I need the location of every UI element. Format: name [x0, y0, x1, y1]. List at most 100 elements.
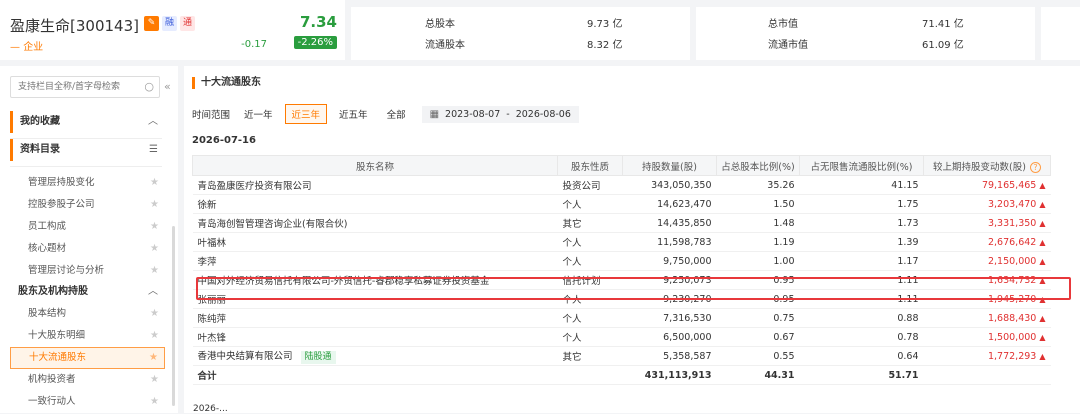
sidebar-item-concert-parties[interactable]: 一致行动人 ★ — [10, 391, 165, 413]
range-1y-button[interactable]: 近一年 — [237, 104, 280, 124]
table-row[interactable]: 张丽丽 个人 9,230,270 0.95 1.11 1,945,270 ▲ — [192, 289, 1051, 309]
sidebar-item-concepts[interactable]: 核心题材 ★ — [10, 238, 165, 260]
total-shares-value: 9.73 亿 — [587, 19, 623, 30]
table-row[interactable]: 叶福林 个人 11,598,783 1.19 1.39 2,676,642 ▲ — [192, 232, 1051, 252]
holder-pct-total: 35.26 — [716, 175, 800, 195]
holder-change: 1,634,732 ▲ — [923, 270, 1051, 290]
share-info-panel: 总股本 9.73 亿 流通股本 8.32 亿 — [351, 7, 690, 60]
holder-pct-total: 0.67 — [716, 327, 800, 347]
star-icon[interactable]: ★ — [150, 194, 159, 216]
col-change[interactable]: 较上期持股变动数(股)? — [923, 155, 1051, 176]
sidebar-item-top10-holders[interactable]: 十大股东明细 ★ — [10, 325, 165, 347]
holder-pct-total: 0.75 — [716, 308, 800, 328]
table-row[interactable]: 徐新 个人 14,623,470 1.50 1.75 3,203,470 ▲ — [192, 194, 1051, 214]
star-icon[interactable]: ★ — [150, 172, 159, 194]
arrow-up-icon: ▲ — [1039, 218, 1046, 228]
range-5y-button[interactable]: 近五年 — [332, 104, 375, 124]
holder-pct-float: 0.78 — [799, 327, 924, 347]
sidebar-item-subsidiaries[interactable]: 控股参股子公司 ★ — [10, 194, 165, 216]
sidebar-item-top10-float-holders[interactable]: 十大流通股东 ★ — [10, 347, 165, 369]
holder-name: 叶杰锋 — [192, 327, 558, 347]
page-title: 十大流通股东 — [192, 77, 261, 89]
sidebar-item-staff[interactable]: 员工构成 ★ — [10, 216, 165, 238]
holder-pct-float: 1.75 — [799, 194, 924, 214]
date-range-picker[interactable]: ▦ 2023-08-07 - 2026-08-06 — [421, 105, 579, 123]
edit-icon[interactable]: ✎ — [144, 16, 159, 31]
stock-name: 盈康生命[300143] — [10, 17, 139, 35]
holder-pct-float: 1.11 — [799, 270, 924, 290]
holder-change: 2,150,000 ▲ — [923, 251, 1051, 271]
holder-change: 1,772,293 ▲ — [923, 346, 1051, 366]
date-separator: - — [506, 108, 510, 120]
holder-pct-total: 1.50 — [716, 194, 800, 214]
sidebar-item-institutions[interactable]: 机构投资者 ★ — [10, 369, 165, 391]
float-shares-value: 8.32 亿 — [587, 40, 623, 51]
table-row[interactable]: 陈纯萍 个人 7,316,530 0.75 0.88 1,688,430 ▲ — [192, 308, 1051, 328]
total-shares-label: 总股本 — [425, 19, 455, 30]
question-icon[interactable]: ? — [1029, 161, 1041, 173]
star-icon[interactable]: ★ — [150, 325, 159, 347]
holder-type: 其它 — [557, 346, 623, 366]
range-3y-button[interactable]: 近三年 — [284, 104, 328, 124]
col-shares[interactable]: 持股数量(股) — [622, 155, 717, 176]
holder-change: 79,165,465 ▲ — [923, 175, 1051, 195]
col-holder-type[interactable]: 股东性质 — [557, 155, 623, 176]
holder-pct-float: 1.11 — [799, 289, 924, 309]
table-row[interactable]: 青岛海创智管理咨询企业(有限合伙) 其它 14,435,850 1.48 1.73 3,3… — [192, 213, 1051, 233]
stock-header: 盈康生命[300143] ✎ 融 通 7.34 — 企业 -0.17 -2.26… — [0, 0, 345, 60]
holder-shares: 9,230,270 — [622, 289, 717, 309]
holder-name: 叶福林 — [192, 232, 558, 252]
holder-change: 3,203,470 ▲ — [923, 194, 1051, 214]
holder-shares: 14,623,470 — [622, 194, 717, 214]
table-row[interactable]: 李萍 个人 9,750,000 1.00 1.17 2,150,000 ▲ — [192, 251, 1051, 271]
star-icon[interactable]: ★ — [150, 216, 159, 238]
col-holder-name[interactable]: 股东名称 — [192, 155, 558, 176]
holder-pct-float: 1.17 — [799, 251, 924, 271]
menu-icon[interactable]: ☰ — [149, 139, 158, 161]
holder-name: 李萍 — [192, 251, 558, 271]
time-range-label: 时间范围 — [192, 110, 231, 121]
catalog-section[interactable]: 资料目录 ☰ — [10, 139, 162, 161]
favorites-section[interactable]: 我的收藏 ︿ — [10, 111, 162, 133]
sidebar-item-mgmt-holding[interactable]: 管理层持股变化 ★ — [10, 172, 165, 194]
chevron-up-icon[interactable]: ︿ — [148, 281, 158, 303]
chevron-up-icon[interactable]: ︿ — [148, 111, 158, 133]
sidebar-scrollbar[interactable] — [172, 226, 175, 406]
total-type — [557, 365, 623, 385]
sidebar-search[interactable]: ○ — [10, 76, 160, 98]
col-pct-total[interactable]: 占总股本比例(%) — [716, 155, 800, 176]
report-date: 2026-07-16 — [192, 135, 256, 146]
star-icon[interactable]: ★ — [149, 348, 158, 368]
holder-pct-total: 0.55 — [716, 346, 800, 366]
sidebar-item-equity-structure[interactable]: 股本结构 ★ — [10, 303, 165, 325]
shareholder-section[interactable]: 股东及机构持股 ︿ — [10, 281, 162, 303]
stock-category: — 企业 — [10, 42, 44, 53]
star-icon[interactable]: ★ — [150, 303, 159, 325]
collapse-icon[interactable]: « — [164, 80, 171, 93]
holder-type: 个人 — [557, 232, 623, 252]
star-icon[interactable]: ★ — [150, 238, 159, 260]
holder-shares: 9,250,073 — [622, 270, 717, 290]
table-row[interactable]: 叶杰锋 个人 6,500,000 0.67 0.78 1,500,000 ▲ — [192, 327, 1051, 347]
star-icon[interactable]: ★ — [150, 391, 159, 413]
range-all-button[interactable]: 全部 — [380, 104, 413, 124]
search-icon[interactable]: ○ — [144, 80, 154, 93]
time-range-bar: 时间范围 近一年 近三年 近五年 全部 ▦ 2023-08-07 - 2026-… — [192, 104, 579, 124]
search-input[interactable] — [11, 77, 131, 97]
table-row[interactable]: 香港中央结算有限公司 陆股通 其它 5,358,587 0.55 0.64 1,772,29… — [192, 346, 1051, 366]
table-row[interactable]: 青岛盈康医疗投资有限公司 投资公司 343,050,350 35.26 41.15 79,… — [192, 175, 1051, 195]
holder-type: 个人 — [557, 327, 623, 347]
star-icon[interactable]: ★ — [150, 260, 159, 282]
float-cap-label: 流通市值 — [768, 40, 808, 51]
star-icon[interactable]: ★ — [150, 369, 159, 391]
holder-pct-total: 0.95 — [716, 270, 800, 290]
sidebar-item-mgmt-discussion[interactable]: 管理层讨论与分析 ★ — [10, 260, 165, 282]
stock-price: 7.34 — [299, 13, 337, 31]
table-row[interactable]: 中国对外经济贸易信托有限公司-外贸信托-睿郡稳享私募证券投资基金 信托计划 9,25… — [192, 270, 1051, 290]
col-pct-float[interactable]: 占无限售流通股比例(%) — [799, 155, 924, 176]
connect-badge: 陆股通 — [300, 351, 336, 364]
arrow-up-icon: ▲ — [1039, 275, 1046, 285]
holder-pct-float: 1.73 — [799, 213, 924, 233]
holder-shares: 7,316,530 — [622, 308, 717, 328]
holder-type: 其它 — [557, 213, 623, 233]
